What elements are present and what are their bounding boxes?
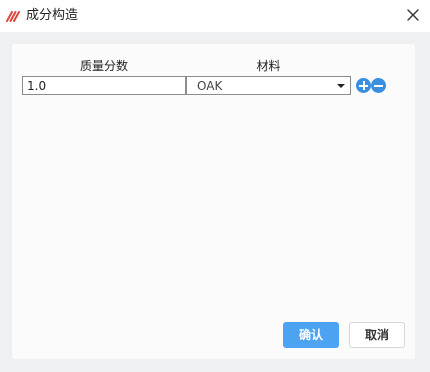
- add-row-button[interactable]: [356, 78, 371, 93]
- dropdown-arrow-icon: [337, 84, 345, 88]
- cancel-button[interactable]: 取消: [349, 322, 405, 348]
- confirm-button[interactable]: 确认: [283, 322, 339, 348]
- app-logo-icon: [6, 11, 20, 22]
- remove-row-button[interactable]: [371, 78, 386, 93]
- material-select[interactable]: OAK: [186, 76, 351, 95]
- material-select-value: OAK: [197, 79, 223, 93]
- dialog-title: 成分构造: [26, 8, 79, 23]
- close-icon[interactable]: [404, 6, 422, 24]
- column-header-material: 材料: [256, 59, 281, 73]
- dialog-titlebar: 成分构造: [0, 0, 430, 32]
- column-header-mass-fraction: 质量分数: [79, 59, 128, 73]
- minus-icon: [374, 84, 383, 87]
- mass-fraction-input[interactable]: [22, 76, 186, 95]
- plus-icon-vertical: [362, 81, 365, 90]
